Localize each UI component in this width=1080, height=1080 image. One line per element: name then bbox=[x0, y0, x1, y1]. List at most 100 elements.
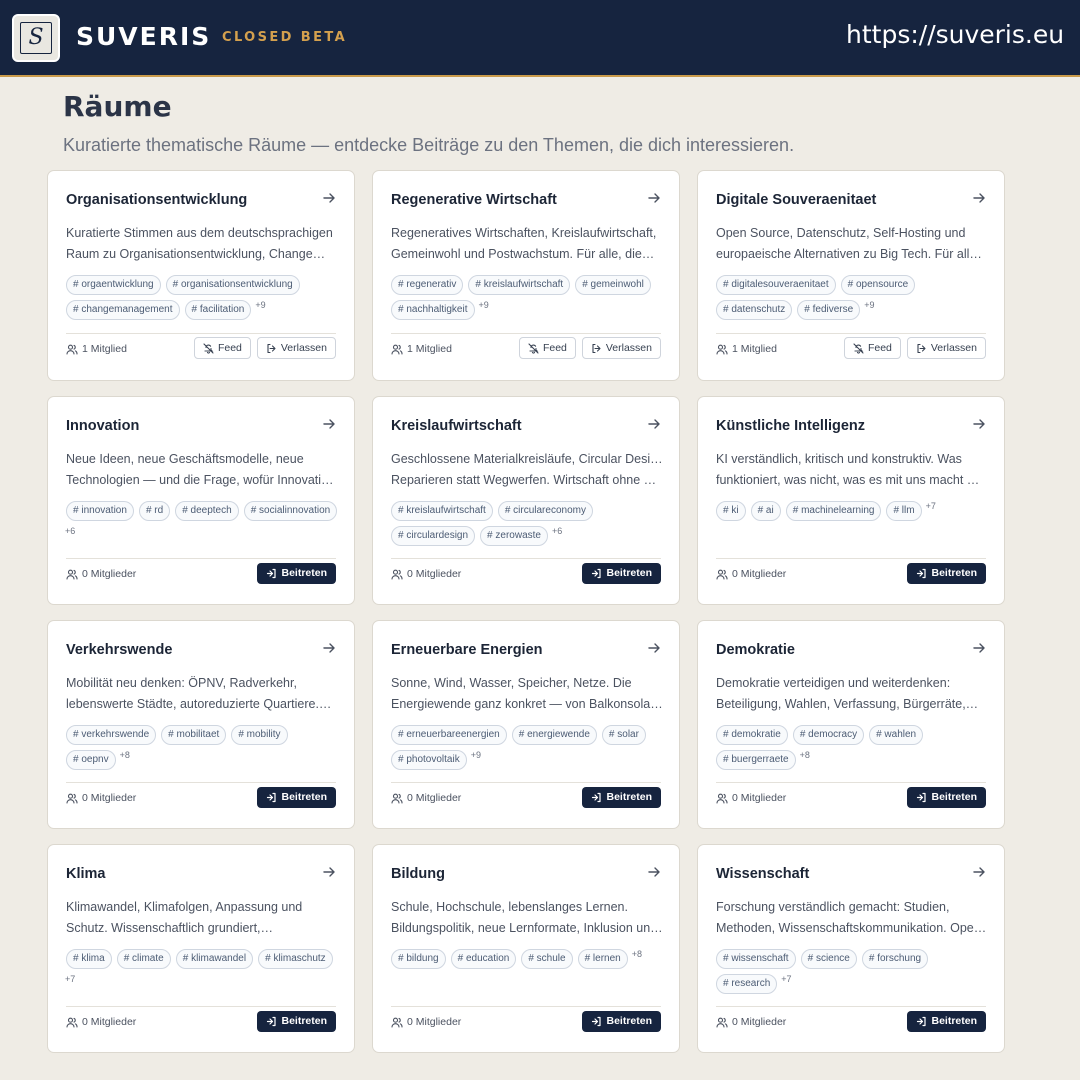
room-card[interactable]: Digitale Souveraenitaet Open Source, Date… bbox=[697, 170, 1005, 381]
join-button[interactable]: Beitreten bbox=[582, 563, 661, 584]
tag-chip[interactable]: # klima bbox=[66, 949, 112, 969]
arrow-right-icon[interactable] bbox=[322, 191, 336, 205]
tag-chip[interactable]: # kreislaufwirtschaft bbox=[391, 501, 493, 521]
join-button[interactable]: Beitreten bbox=[257, 563, 336, 584]
join-button[interactable]: Beitreten bbox=[582, 1011, 661, 1032]
tag-chip[interactable]: # energiewende bbox=[511, 725, 597, 745]
tag-chip[interactable]: # photovoltaik bbox=[391, 750, 467, 770]
feed-button[interactable]: Feed bbox=[193, 337, 251, 359]
join-button[interactable]: Beitreten bbox=[907, 563, 986, 584]
tag-chip[interactable]: # regenerativ bbox=[391, 275, 464, 295]
tag-chip[interactable]: # research bbox=[716, 974, 778, 994]
tag-chip[interactable]: # mobilitaet bbox=[161, 725, 227, 745]
room-title[interactable]: Künstliche Intelligenz bbox=[716, 416, 865, 436]
tag-chip[interactable]: # klimawandel bbox=[175, 949, 254, 969]
arrow-right-icon[interactable] bbox=[647, 641, 661, 655]
room-card[interactable]: Regenerative Wirtschaft Regeneratives Wir… bbox=[372, 170, 680, 381]
room-card[interactable]: Verkehrswende Mobilität neu denken: ÖPNV,… bbox=[47, 620, 355, 829]
tag-chip[interactable]: # education bbox=[450, 949, 517, 969]
arrow-right-icon[interactable] bbox=[972, 865, 986, 879]
tag-chip[interactable]: # solar bbox=[601, 725, 646, 745]
tag-chip[interactable]: # rd bbox=[138, 501, 171, 521]
tag-chip[interactable]: # fediverse bbox=[797, 300, 861, 320]
room-card[interactable]: Bildung Schule, Hochschule, lebenslanges … bbox=[372, 844, 680, 1053]
tag-chip[interactable]: # circulardesign bbox=[391, 526, 476, 546]
join-button[interactable]: Beitreten bbox=[257, 787, 336, 808]
tag-chip[interactable]: # schule bbox=[521, 949, 573, 969]
arrow-right-icon[interactable] bbox=[972, 417, 986, 431]
room-title[interactable]: Bildung bbox=[391, 864, 445, 884]
room-title[interactable]: Demokratie bbox=[716, 640, 795, 660]
tag-chip[interactable]: # socialinnovation bbox=[243, 501, 338, 521]
tag-chip[interactable]: # lernen bbox=[577, 949, 628, 969]
tag-chip[interactable]: # organisationsentwicklung bbox=[165, 275, 300, 295]
logo[interactable]: S bbox=[12, 14, 60, 62]
tag-chip[interactable]: # ki bbox=[716, 501, 746, 521]
tag-chip[interactable]: # wissenschaft bbox=[716, 949, 796, 969]
tag-chip[interactable]: # erneuerbareenergien bbox=[391, 725, 507, 745]
tag-chip[interactable]: # gemeinwohl bbox=[575, 275, 651, 295]
tag-chip[interactable]: # datenschutz bbox=[716, 300, 793, 320]
arrow-right-icon[interactable] bbox=[647, 417, 661, 431]
feed-button[interactable]: Feed bbox=[843, 337, 901, 359]
tag-chip[interactable]: # innovation bbox=[66, 501, 134, 521]
tag-chip[interactable]: # llm bbox=[886, 501, 922, 521]
tag-chip[interactable]: # changemanagement bbox=[66, 300, 180, 320]
tag-chip[interactable]: # circulareconomy bbox=[497, 501, 593, 521]
room-title[interactable]: Regenerative Wirtschaft bbox=[391, 190, 557, 210]
tag-chip[interactable]: # nachhaltigkeit bbox=[391, 300, 475, 320]
tag-chip[interactable]: # opensource bbox=[840, 275, 916, 295]
room-card[interactable]: Innovation Neue Ideen, neue Geschäftsmode… bbox=[47, 396, 355, 605]
room-title[interactable]: Organisationsentwicklung bbox=[66, 190, 247, 210]
tag-chip[interactable]: # mobility bbox=[231, 725, 288, 745]
tag-chip[interactable]: # democracy bbox=[792, 725, 865, 745]
tag-chip[interactable]: # bildung bbox=[391, 949, 446, 969]
room-card[interactable]: Klima Klimawandel, Klimafolgen, Anpassung… bbox=[47, 844, 355, 1053]
room-title[interactable]: Digitale Souveraenitaet bbox=[716, 190, 876, 210]
tag-chip[interactable]: # buergerraete bbox=[716, 750, 796, 770]
tag-chip[interactable]: # orgaentwicklung bbox=[66, 275, 161, 295]
tag-chip[interactable]: # oepnv bbox=[66, 750, 116, 770]
room-title[interactable]: Wissenschaft bbox=[716, 864, 809, 884]
leave-button[interactable]: Verlassen bbox=[581, 337, 661, 359]
arrow-right-icon[interactable] bbox=[322, 865, 336, 879]
join-button[interactable]: Beitreten bbox=[582, 787, 661, 808]
room-title[interactable]: Klima bbox=[66, 864, 106, 884]
arrow-right-icon[interactable] bbox=[972, 191, 986, 205]
tag-chip[interactable]: # climate bbox=[116, 949, 171, 969]
tag-chip[interactable]: # science bbox=[800, 949, 857, 969]
leave-button[interactable]: Verlassen bbox=[906, 337, 986, 359]
room-card[interactable]: Kreislaufwirtschaft Geschlossene Material… bbox=[372, 396, 680, 605]
tag-chip[interactable]: # ai bbox=[750, 501, 781, 521]
tag-chip[interactable]: # digitalesouveraenitaet bbox=[716, 275, 836, 295]
arrow-right-icon[interactable] bbox=[322, 417, 336, 431]
room-card[interactable]: Erneuerbare Energien Sonne, Wind, Wasser,… bbox=[372, 620, 680, 829]
tag-chip[interactable]: # deeptech bbox=[175, 501, 239, 521]
join-button[interactable]: Beitreten bbox=[907, 1011, 986, 1032]
tag-chip[interactable]: # machinelearning bbox=[785, 501, 882, 521]
room-card[interactable]: Demokratie Demokratie verteidigen und wei… bbox=[697, 620, 1005, 829]
room-card[interactable]: Wissenschaft Forschung verständlich gemac… bbox=[697, 844, 1005, 1053]
arrow-right-icon[interactable] bbox=[972, 641, 986, 655]
brand-name[interactable]: SUVERIS bbox=[76, 22, 211, 52]
tag-chip[interactable]: # forschung bbox=[861, 949, 929, 969]
room-card[interactable]: Organisationsentwicklung Kuratierte Stimm… bbox=[47, 170, 355, 381]
tag-chip[interactable]: # verkehrswende bbox=[66, 725, 157, 745]
room-title[interactable]: Erneuerbare Energien bbox=[391, 640, 543, 660]
arrow-right-icon[interactable] bbox=[647, 191, 661, 205]
tag-chip[interactable]: # demokratie bbox=[716, 725, 788, 745]
join-button[interactable]: Beitreten bbox=[907, 787, 986, 808]
tag-chip[interactable]: # facilitation bbox=[184, 300, 252, 320]
room-title[interactable]: Kreislaufwirtschaft bbox=[391, 416, 522, 436]
room-card[interactable]: Künstliche Intelligenz KI verständlich, k… bbox=[697, 396, 1005, 605]
room-title[interactable]: Innovation bbox=[66, 416, 139, 436]
tag-chip[interactable]: # wahlen bbox=[869, 725, 924, 745]
tag-chip[interactable]: # klimaschutz bbox=[258, 949, 333, 969]
tag-chip[interactable]: # zerowaste bbox=[480, 526, 548, 546]
arrow-right-icon[interactable] bbox=[322, 641, 336, 655]
leave-button[interactable]: Verlassen bbox=[256, 337, 336, 359]
feed-button[interactable]: Feed bbox=[518, 337, 576, 359]
room-title[interactable]: Verkehrswende bbox=[66, 640, 172, 660]
arrow-right-icon[interactable] bbox=[647, 865, 661, 879]
join-button[interactable]: Beitreten bbox=[257, 1011, 336, 1032]
